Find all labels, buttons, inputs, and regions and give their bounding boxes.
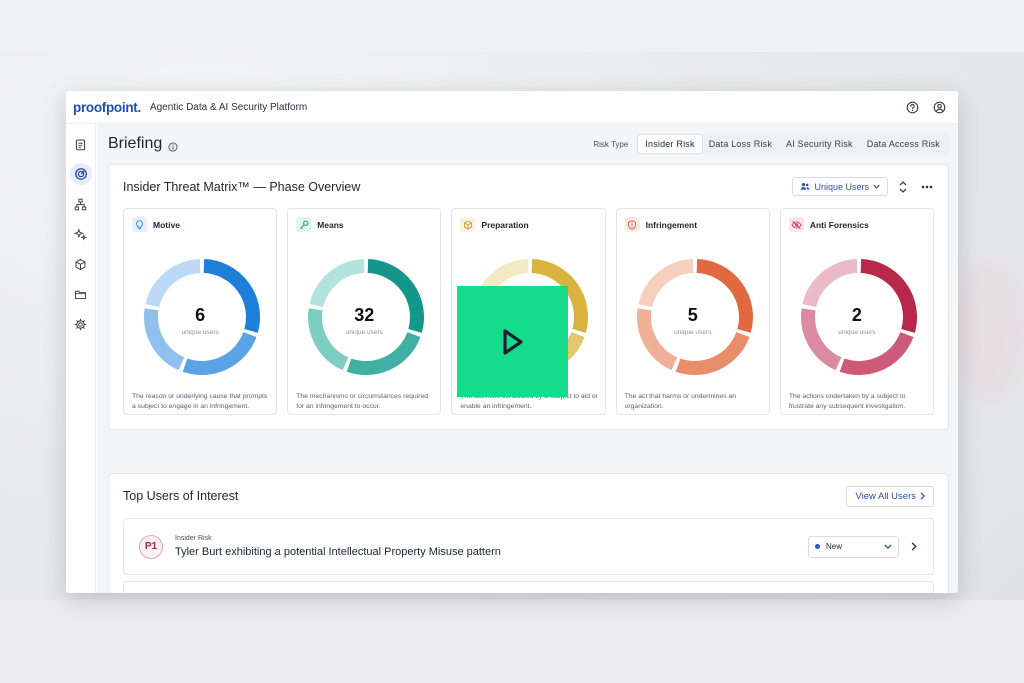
box-icon	[460, 217, 476, 232]
key-icon	[296, 217, 312, 232]
sidebar-item-briefing[interactable]	[69, 163, 92, 185]
background-bar-bottom	[0, 600, 1024, 683]
cube-icon	[75, 258, 86, 270]
folder-icon	[74, 290, 87, 299]
means-segment-4	[309, 259, 365, 308]
phase-name: Anti Forensics	[809, 219, 869, 230]
view-all-users-label: View All Users	[855, 490, 916, 502]
hierarchy-icon	[74, 198, 87, 210]
page-title: Briefing	[108, 135, 163, 152]
phase-count: 2	[851, 305, 862, 325]
clipboard-icon	[75, 139, 86, 150]
chevron-down-icon	[873, 184, 880, 189]
chevron-right-icon[interactable]	[911, 542, 919, 552]
chevron-down-icon	[884, 544, 892, 549]
video-play-button[interactable]	[457, 286, 568, 397]
sidebar	[66, 124, 96, 593]
top-bar: proofpoint. Agentic Data & AI Security P…	[66, 91, 958, 124]
phase-header: Infringement	[617, 209, 769, 232]
anti-forensics-segment-4	[802, 259, 858, 308]
radar-icon	[74, 168, 87, 180]
play-icon	[502, 328, 523, 355]
phase-count-label: unique users	[838, 329, 876, 336]
phase-card-infringement[interactable]: Infringement 5 unique users The act that…	[615, 208, 770, 415]
phase-header: Preparation	[452, 209, 604, 232]
users-icon	[800, 183, 810, 190]
risk-type-tabs: Insider Risk Data Loss Risk AI Security …	[636, 133, 949, 155]
tab-ai-security-risk[interactable]: AI Security Risk	[779, 135, 860, 153]
phase-header: Motive	[124, 209, 276, 232]
phase-card-anti-forensics[interactable]: Anti Forensics 2 unique users The action…	[779, 208, 935, 415]
status-value: New	[826, 542, 843, 551]
phase-description: The reason or underlying cause that prom…	[132, 393, 268, 410]
phase-count-label: unique users	[345, 329, 383, 336]
product-name: Agentic Data & AI Security Platform	[149, 101, 308, 113]
collapse-expand-icon[interactable]	[898, 180, 908, 193]
tab-insider-risk[interactable]: Insider Risk	[638, 135, 702, 153]
phase-count: 6	[195, 305, 206, 325]
gear-icon	[74, 318, 87, 330]
shield-alert-icon	[624, 217, 640, 232]
status-dot	[815, 544, 820, 549]
users-header: Top Users of Interest View All Users	[123, 474, 934, 518]
phase-card-motive[interactable]: Motive 6 unique users The reason or unde…	[123, 208, 278, 415]
motive-segment-2	[182, 331, 257, 375]
background-blob	[954, 260, 1024, 400]
phase-count: 5	[687, 305, 698, 325]
sidebar-item-packages[interactable]	[70, 253, 92, 275]
sidebar-item-folders[interactable]	[70, 283, 92, 305]
user-description[interactable]: Tyler Burt exhibiting a potential Intell…	[175, 546, 808, 558]
view-all-users-button[interactable]: View All Users	[846, 485, 934, 507]
matrix-title: Insider Threat Matrix™ — Phase Overview	[123, 179, 361, 194]
phase-name: Motive	[153, 219, 180, 230]
phase-description: The mechanisms or circumstances required…	[296, 393, 429, 410]
tab-data-access-risk[interactable]: Data Access Risk	[860, 135, 947, 153]
more-options-icon[interactable]	[920, 181, 934, 193]
info-icon[interactable]	[168, 139, 178, 152]
background-bar-top	[0, 0, 1024, 52]
phase-count: 32	[354, 305, 375, 325]
sidebar-item-reports[interactable]	[70, 133, 92, 155]
infringement-segment-2	[675, 331, 750, 375]
status-dropdown[interactable]: New	[808, 535, 899, 558]
priority-badge: P1	[139, 534, 163, 559]
eye-off-icon	[788, 217, 804, 232]
brand-logo[interactable]: proofpoint.	[73, 100, 141, 115]
table-row[interactable]: P1 Insider Risk Papadoxolus Markidis exh…	[123, 581, 934, 593]
means-segment-2	[346, 331, 421, 375]
users-title: Top Users of Interest	[123, 489, 239, 503]
phase-header: Means	[288, 209, 440, 232]
phase-count-label: unique users	[181, 329, 219, 336]
sidebar-item-hierarchy[interactable]	[70, 193, 92, 215]
unique-users-dropdown[interactable]: Unique Users	[792, 177, 888, 196]
user-category: Insider Risk	[175, 535, 212, 542]
phase-name: Infringement	[645, 219, 698, 230]
page-header: Briefing Risk Type Insider Risk Data Los…	[108, 124, 949, 164]
chevron-right-icon	[920, 492, 925, 500]
sparkles-icon	[74, 227, 87, 241]
unique-users-label: Unique Users	[814, 181, 869, 192]
risk-type-label: Risk Type	[593, 139, 629, 149]
help-circle-icon[interactable]	[905, 100, 919, 114]
user-circle-icon[interactable]	[932, 100, 946, 114]
user-text: Insider Risk Tyler Burt exhibiting a pot…	[175, 535, 808, 558]
sidebar-item-ai[interactable]	[70, 223, 92, 245]
table-row[interactable]: P1 Insider Risk Tyler Burt exhibiting a …	[123, 518, 934, 575]
motive-segment-4	[145, 259, 201, 308]
phase-description: The actions undertaken by a subject to f…	[788, 393, 906, 410]
anti-forensics-segment-2	[839, 331, 914, 375]
phase-count-label: unique users	[674, 329, 712, 336]
tab-data-loss-risk[interactable]: Data Loss Risk	[702, 135, 779, 153]
matrix-header: Insider Threat Matrix™ — Phase Overview …	[123, 165, 934, 208]
top-users-card: Top Users of Interest View All Users P1 …	[108, 473, 949, 593]
lightbulb-icon	[132, 217, 147, 232]
phase-header: Anti Forensics	[781, 209, 933, 232]
sidebar-item-settings[interactable]	[70, 313, 92, 335]
phase-name: Preparation	[481, 219, 529, 230]
phase-card-means[interactable]: Means 32 unique users The mechanisms or …	[287, 208, 442, 415]
phase-name: Means	[317, 219, 344, 230]
infringement-segment-4	[638, 259, 694, 308]
user-rows: P1 Insider Risk Tyler Burt exhibiting a …	[123, 518, 934, 593]
phase-description: The act that harms or undermines an orga…	[624, 393, 737, 410]
